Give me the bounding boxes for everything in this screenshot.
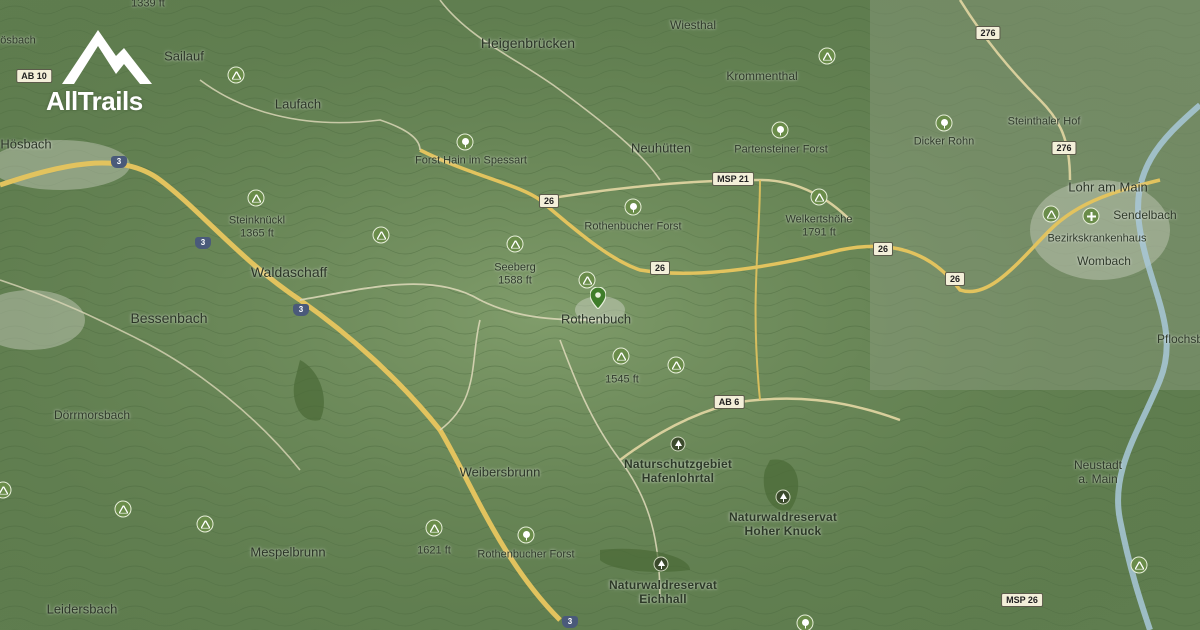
shield-26-1: 26	[538, 194, 560, 208]
label-lohr: Lohr am Main	[1068, 179, 1148, 195]
shield-a3-1: 3	[111, 156, 127, 168]
label-hoher-knuck: Naturwaldreservat Hoher Knuck	[728, 510, 838, 538]
peak-icon[interactable]	[227, 66, 245, 84]
forest-icon-partensteiner[interactable]	[771, 121, 789, 139]
shield-a3-2: 3	[195, 237, 211, 249]
label-dicker-rohn: Dicker Rohn	[913, 135, 975, 148]
label-steinknuckl: Steinknückl 1365 ft	[228, 214, 286, 239]
brand-name[interactable]: AllTrails	[46, 86, 143, 117]
label-sendelbach: Sendelbach	[1113, 208, 1177, 223]
shield-26-4: 26	[944, 272, 966, 286]
shield-a3-3: 3	[293, 304, 309, 316]
label-rothenbucher-forst-s: Rothenbucher Forst	[477, 548, 575, 561]
label-seeberg: Seeberg 1588 ft	[494, 261, 536, 286]
label-hoesbach-top: ösbach	[0, 34, 36, 47]
label-laufach: Laufach	[274, 96, 322, 112]
label-hafenlohrtal: Naturschutzgebiet Hafenlohrtal	[623, 457, 733, 485]
label-neustadt: Neustadt a. Main	[1073, 458, 1123, 486]
label-welkertshoehe: Welkertshöhe 1791 ft	[785, 213, 853, 238]
peak-icon[interactable]	[1042, 205, 1060, 223]
shield-msp26: MSP 26	[1001, 593, 1043, 607]
shield-26-3: 26	[872, 242, 894, 256]
label-steinthaler-hof: Steinthaler Hof	[1007, 115, 1081, 128]
lohr-open-area	[870, 0, 1200, 390]
label-bezirkskrankenhaus: Bezirkskrankenhaus	[1047, 232, 1147, 245]
hospital-icon[interactable]	[1082, 207, 1100, 225]
label-hoesbach: Hösbach	[0, 136, 52, 152]
peak-icon[interactable]	[578, 271, 596, 289]
peak-icon[interactable]	[114, 500, 132, 518]
reserve-icon-hafenlohrtal[interactable]	[670, 436, 686, 452]
forest-icon-dicker-rohn[interactable]	[935, 114, 953, 132]
forest-icon-rothenbucher-s[interactable]	[517, 526, 535, 544]
forest-icon-rothenbucher-n[interactable]	[624, 198, 642, 216]
shield-26-2: 26	[649, 261, 671, 275]
label-heigenbruecken: Heigenbrücken	[480, 34, 576, 51]
shield-ab6: AB 6	[713, 395, 745, 409]
peak-icon-seeberg[interactable]	[506, 235, 524, 253]
label-elev-1545: 1545 ft	[605, 373, 639, 386]
peak-icon-steinknuckl[interactable]	[247, 189, 265, 207]
label-partensteiner: Partensteiner Forst	[734, 143, 828, 156]
label-eichhall: Naturwaldreservat Eichhall	[608, 578, 718, 606]
shield-ab10: AB 10	[16, 69, 52, 83]
label-wiesthal: Wiesthal	[669, 18, 717, 33]
map-canvas[interactable]: AllTrails AB 10 3 3 3 3 MSP 21 26 26 26 …	[0, 0, 1200, 630]
label-mespelbrunn: Mespelbrunn	[250, 544, 326, 560]
label-weibersbrunn: Weibersbrunn	[459, 464, 541, 480]
label-krommenthal: Krommenthal	[726, 69, 798, 84]
reserve-icon-hoher-knuck[interactable]	[775, 489, 791, 505]
peak-icon[interactable]	[196, 515, 214, 533]
peak-icon[interactable]	[667, 356, 685, 374]
label-rothenbuch: Rothenbuch	[560, 311, 632, 327]
label-waldaschaff: Waldaschaff	[250, 263, 328, 280]
peak-icon[interactable]	[1130, 556, 1148, 574]
shield-276-2: 276	[1051, 141, 1077, 155]
label-forst-hain: Forst Hain im Spessart	[415, 154, 527, 167]
label-doerrmorsbach: Dörrmorsbach	[53, 408, 131, 423]
label-sailauf: Sailauf	[164, 48, 204, 64]
shield-msp21: MSP 21	[712, 172, 754, 186]
reserve-icon-eichhall[interactable]	[653, 556, 669, 572]
peak-icon-1545[interactable]	[612, 347, 630, 365]
label-rothenbucher-forst-n: Rothenbucher Forst	[584, 220, 682, 233]
peak-icon-welkertshoehe[interactable]	[810, 188, 828, 206]
shield-a3-4: 3	[562, 616, 578, 628]
label-neuhuetten: Neuhütten	[631, 140, 691, 156]
shield-276-1: 276	[975, 26, 1001, 40]
peak-icon-1621[interactable]	[425, 519, 443, 537]
label-leidersbach: Leidersbach	[46, 601, 118, 617]
peak-icon[interactable]	[818, 47, 836, 65]
label-wombach: Wombach	[1077, 254, 1131, 269]
label-bessenbach: Bessenbach	[130, 309, 208, 326]
location-pin-icon[interactable]	[590, 287, 606, 309]
forest-icon-forst-hain[interactable]	[456, 133, 474, 151]
label-elev-1621: 1621 ft	[417, 544, 451, 557]
label-elev-1339: 1339 ft	[131, 0, 165, 10]
forest-icon[interactable]	[796, 614, 814, 630]
peak-icon[interactable]	[372, 226, 390, 244]
label-pflochsbach: Pflochsb	[1156, 332, 1200, 347]
